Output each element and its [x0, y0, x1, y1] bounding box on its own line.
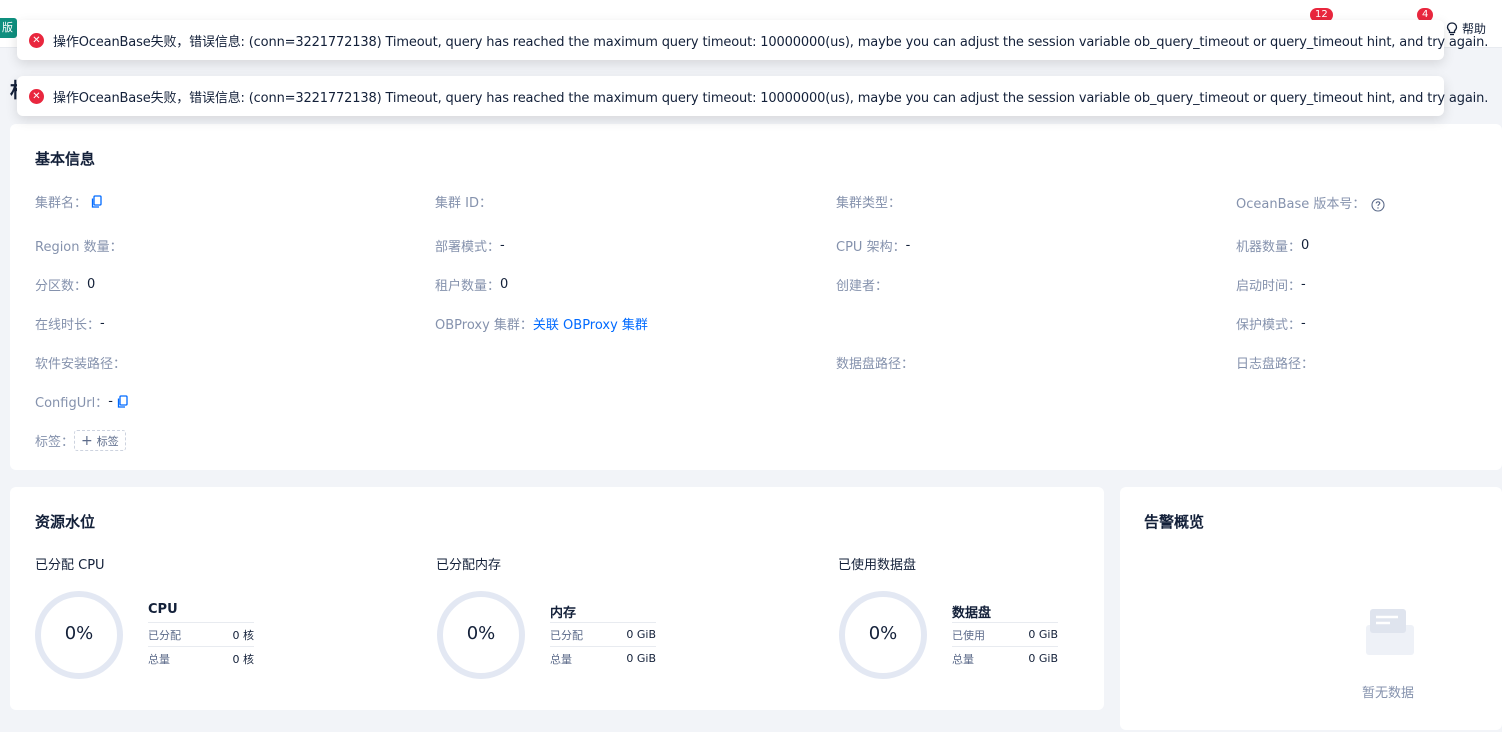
error-message: 操作OceanBase失败，错误信息: (conn=3221772138) Ti… [53, 90, 1489, 106]
disk-total-row: 总量 0 GiB [952, 646, 1058, 670]
region-count-field: Region 数量： [35, 240, 123, 255]
cpu-allocated-row: 已分配 0 核 [148, 622, 254, 646]
cluster-type-field: 集群类型： [836, 196, 902, 211]
cpu-arch-field: CPU 架构： - [836, 238, 911, 255]
config-url-field: ConfigUrl： - [35, 392, 129, 411]
resource-title: 资源水位 [35, 513, 96, 531]
machine-count-field: 机器数量： 0 [1236, 238, 1310, 255]
error-icon: ✕ [29, 32, 44, 48]
basic-info-card: 基本信息 集群名： 集群 ID： 集群类型： OceanBase 版本号： Re… [10, 124, 1502, 470]
error-message: 操作OceanBase失败，错误信息: (conn=3221772138) Ti… [53, 34, 1489, 50]
cpu-percent: 0% [64, 623, 94, 644]
question-circle-icon[interactable] [1371, 198, 1385, 212]
cluster-id-field: 集群 ID： [435, 196, 492, 211]
cluster-name-field: 集群名： [35, 192, 103, 211]
add-tag-label: 标签 [96, 434, 119, 448]
ob-version-field: OceanBase 版本号： [1236, 192, 1385, 212]
add-tag-button[interactable]: + 标签 [74, 430, 126, 451]
memory-percent: 0% [466, 623, 496, 644]
copy-icon[interactable] [91, 194, 103, 209]
disk-percent: 0% [868, 623, 898, 644]
tenant-count-field: 租户数量： 0 [435, 277, 509, 294]
disk-subtitle: 已使用数据盘 [838, 558, 917, 573]
basic-info-title: 基本信息 [35, 150, 96, 168]
partition-count-field: 分区数： 0 [35, 277, 96, 294]
memory-stat-title: 内存 [550, 606, 577, 621]
tags-field: 标签： + 标签 [35, 430, 126, 451]
alert-overview-title: 告警概览 [1144, 513, 1205, 531]
empty-data-text: 暂无数据 [1362, 686, 1415, 701]
cpu-stat-title: CPU [148, 602, 178, 617]
resource-card: 资源水位 已分配 CPU 0% CPU 已分配 0 核 总量 0 核 已分配内存… [10, 487, 1104, 710]
error-toast: ✕ 操作OceanBase失败，错误信息: (conn=3221772138) … [17, 20, 1488, 60]
creator-field: 创建者： [836, 279, 889, 294]
cpu-subtitle: 已分配 CPU [35, 558, 105, 573]
memory-subtitle: 已分配内存 [436, 558, 502, 573]
data-disk-path-field: 数据盘路径： [836, 357, 915, 372]
link-obproxy-cluster-link[interactable]: 关联 OBProxy 集群 [533, 314, 648, 333]
cpu-total-row: 总量 0 核 [148, 646, 254, 670]
memory-total-row: 总量 0 GiB [550, 646, 656, 670]
alert-overview-card: 告警概览 暂无数据 [1120, 487, 1502, 730]
disk-used-row: 已使用 0 GiB [952, 622, 1058, 646]
log-disk-path-field: 日志盘路径： [1236, 357, 1315, 372]
deploy-mode-field: 部署模式： - [435, 238, 505, 255]
edition-tag: 版 [0, 18, 17, 38]
copy-icon[interactable] [117, 394, 129, 409]
error-toast: ✕ 操作OceanBase失败，错误信息: (conn=3221772138) … [17, 76, 1488, 116]
start-time-field: 启动时间： - [1236, 277, 1306, 294]
memory-allocated-row: 已分配 0 GiB [550, 622, 656, 646]
obproxy-cluster-field: OBProxy 集群： 关联 OBProxy 集群 [435, 314, 648, 333]
install-path-field: 软件安装路径： [35, 357, 127, 372]
empty-data-icon [1366, 609, 1414, 655]
disk-stat-title: 数据盘 [952, 606, 992, 621]
error-icon: ✕ [29, 88, 44, 104]
online-duration-field: 在线时长： - [35, 316, 105, 333]
protection-mode-field: 保护模式： - [1236, 316, 1306, 333]
plus-icon: + [81, 432, 93, 449]
